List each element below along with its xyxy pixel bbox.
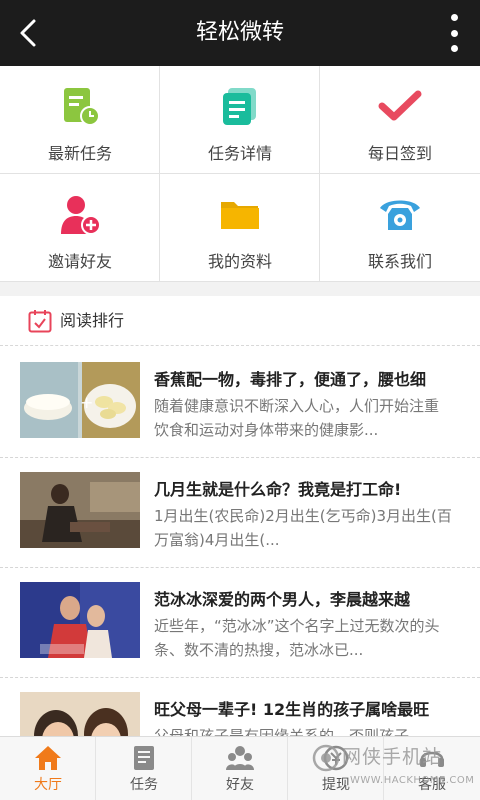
article-item[interactable]: 范冰冰深爱的两个男人，李晨越来越 近些年，“范冰冰”这个名字上过无数次的头条、数… bbox=[0, 568, 480, 678]
top-bar: 轻松微转 bbox=[0, 0, 480, 66]
invite-user-icon bbox=[61, 196, 101, 235]
task-detail-icon bbox=[223, 88, 256, 125]
article-title: 旺父母一辈子! 12生肖的孩子属啥最旺 bbox=[154, 700, 430, 719]
article-title: 几月生就是什么命？我竟是打工命! bbox=[154, 480, 402, 499]
article-summary: 随着健康意识不断深入人心，人们开始注重饮食和运动对身体带来的健康影... bbox=[154, 397, 440, 439]
friends-icon bbox=[226, 746, 254, 770]
menu-my-profile[interactable]: 我的资料 bbox=[160, 174, 320, 282]
tab-tasks[interactable]: 任务 bbox=[96, 737, 192, 800]
menu-contact-us[interactable]: 联系我们 bbox=[320, 174, 480, 282]
svg-text:+: + bbox=[80, 393, 93, 412]
menu-task-detail[interactable]: 任务详情 bbox=[160, 66, 320, 174]
watermark-url: WWW.HACKHOME.COM bbox=[350, 775, 475, 786]
article-item[interactable]: + 香蕉配一物，毒排了，便通了，腰也细 随着健康意识不断深入人心，人们开始注重饮… bbox=[0, 348, 480, 458]
feature-grid: 最新任务 任务详情 每日签到 邀请好友 我的资料 联系我们 bbox=[0, 66, 480, 282]
tab-friends[interactable]: 好友 bbox=[192, 737, 288, 800]
article-thumbnail bbox=[20, 582, 140, 658]
tab-hall[interactable]: 大厅 bbox=[0, 737, 96, 800]
menu-daily-checkin[interactable]: 每日签到 bbox=[320, 66, 480, 174]
watermark-logo-icon bbox=[312, 744, 340, 772]
menu-label: 最新任务 bbox=[47, 144, 112, 163]
article-summary: 1月出生(农民命)2月出生(乞丐命)3月出生(百万富翁)4月出生(... bbox=[154, 507, 452, 549]
menu-label: 联系我们 bbox=[367, 252, 432, 271]
reading-ranking-panel: 阅读排行 + 香蕉配一物，毒排了，便通了，腰也细 随着健康意识不断深入人心，人们… bbox=[0, 296, 480, 736]
menu-label: 任务详情 bbox=[207, 144, 272, 163]
article-summary: 父母和孩子是有因缘关系的，否则孩子... bbox=[154, 727, 424, 736]
menu-label: 我的资料 bbox=[207, 252, 272, 271]
article-title: 香蕉配一物，毒排了，便通了，腰也细 bbox=[154, 370, 427, 389]
article-title: 范冰冰深爱的两个男人，李晨越来越 bbox=[154, 590, 411, 609]
tab-label: 任务 bbox=[130, 777, 158, 793]
menu-new-task[interactable]: 最新任务 bbox=[0, 66, 160, 174]
article-summary: 近些年，“范冰冰”这个名字上过无数次的头条、数不清的热搜，范冰冰已... bbox=[154, 617, 440, 659]
folder-icon bbox=[221, 202, 259, 229]
watermark: 网侠手机站 WWW.HACKHOME.COM bbox=[312, 742, 475, 796]
menu-label: 每日签到 bbox=[367, 144, 432, 163]
calendar-check-icon bbox=[28, 310, 52, 333]
new-task-icon bbox=[64, 88, 100, 126]
more-menu-icon[interactable] bbox=[448, 14, 460, 52]
home-icon bbox=[35, 746, 61, 770]
tab-label: 好友 bbox=[226, 777, 254, 793]
checkmark-icon bbox=[378, 90, 422, 121]
article-item[interactable]: 几月生就是什么命？我竟是打工命! 1月出生(农民命)2月出生(乞丐命)3月出生(… bbox=[0, 458, 480, 568]
article-thumbnail: + bbox=[20, 362, 140, 438]
menu-invite-friends[interactable]: 邀请好友 bbox=[0, 174, 160, 282]
phone-icon bbox=[380, 200, 420, 230]
page-title: 轻松微转 bbox=[195, 20, 284, 45]
article-thumbnail bbox=[20, 692, 140, 736]
reading-ranking-header: 阅读排行 bbox=[0, 296, 480, 346]
tab-label: 大厅 bbox=[34, 777, 62, 793]
task-list-icon bbox=[134, 746, 154, 770]
watermark-text: 网侠手机站 bbox=[342, 746, 443, 768]
article-item[interactable]: 旺父母一辈子! 12生肖的孩子属啥最旺 父母和孩子是有因缘关系的，否则孩子... bbox=[0, 678, 480, 736]
article-thumbnail bbox=[20, 472, 140, 548]
menu-label: 邀请好友 bbox=[47, 252, 112, 271]
reading-ranking-title: 阅读排行 bbox=[60, 311, 125, 330]
